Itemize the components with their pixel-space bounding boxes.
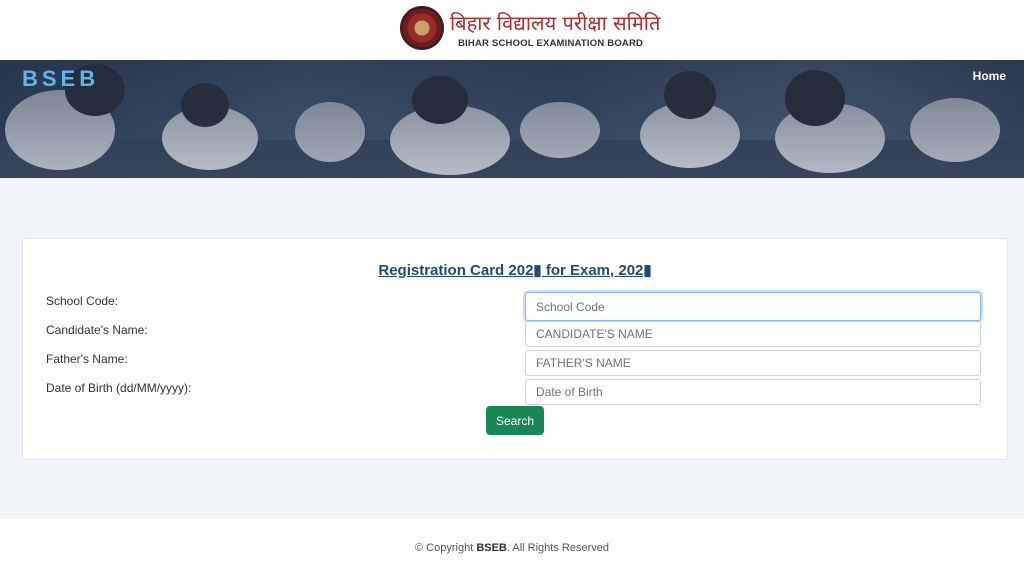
candidate-name-label: Candidate's Name: (46, 323, 148, 337)
father-name-input[interactable] (525, 350, 981, 376)
board-name-hindi: बिहार विद्यालय परीक्षा समिति (450, 11, 661, 35)
hero-banner: BSEB Home (0, 60, 1024, 178)
copyright-prefix: © Copyright (415, 542, 477, 554)
registration-form-card: Registration Card 202▮ for Exam, 202▮ Sc… (22, 238, 1008, 460)
form-title: Registration Card 202▮ for Exam, 202▮ (378, 262, 652, 279)
site-title[interactable]: BSEB (22, 66, 99, 92)
page-footer: © Copyright BSEB. All Rights Reserved (0, 519, 1024, 576)
bseb-seal-icon (400, 6, 444, 50)
board-name-english: BIHAR SCHOOL EXAMINATION BOARD (458, 38, 644, 49)
copyright-brand: BSEB (476, 542, 507, 554)
school-code-input[interactable] (525, 292, 981, 321)
board-logo[interactable]: बिहार विद्यालय परीक्षा समिति BIHAR SCHOO… (398, 5, 660, 55)
classroom-photo (0, 60, 1024, 178)
copyright-text: © Copyright BSEB. All Rights Reserved (0, 542, 1024, 554)
copyright-suffix: . All Rights Reserved (506, 542, 609, 554)
top-header: बिहार विद्यालय परीक्षा समिति BIHAR SCHOO… (0, 0, 1024, 61)
school-code-label: School Code: (46, 294, 119, 308)
nav-home-link[interactable]: Home (973, 69, 1006, 83)
candidate-name-input[interactable] (525, 321, 981, 347)
date-of-birth-label: Date of Birth (dd/MM/yyyy): (46, 381, 192, 395)
father-name-label: Father's Name: (46, 352, 128, 366)
date-of-birth-input[interactable] (525, 379, 981, 405)
search-button[interactable]: Search (486, 406, 544, 435)
